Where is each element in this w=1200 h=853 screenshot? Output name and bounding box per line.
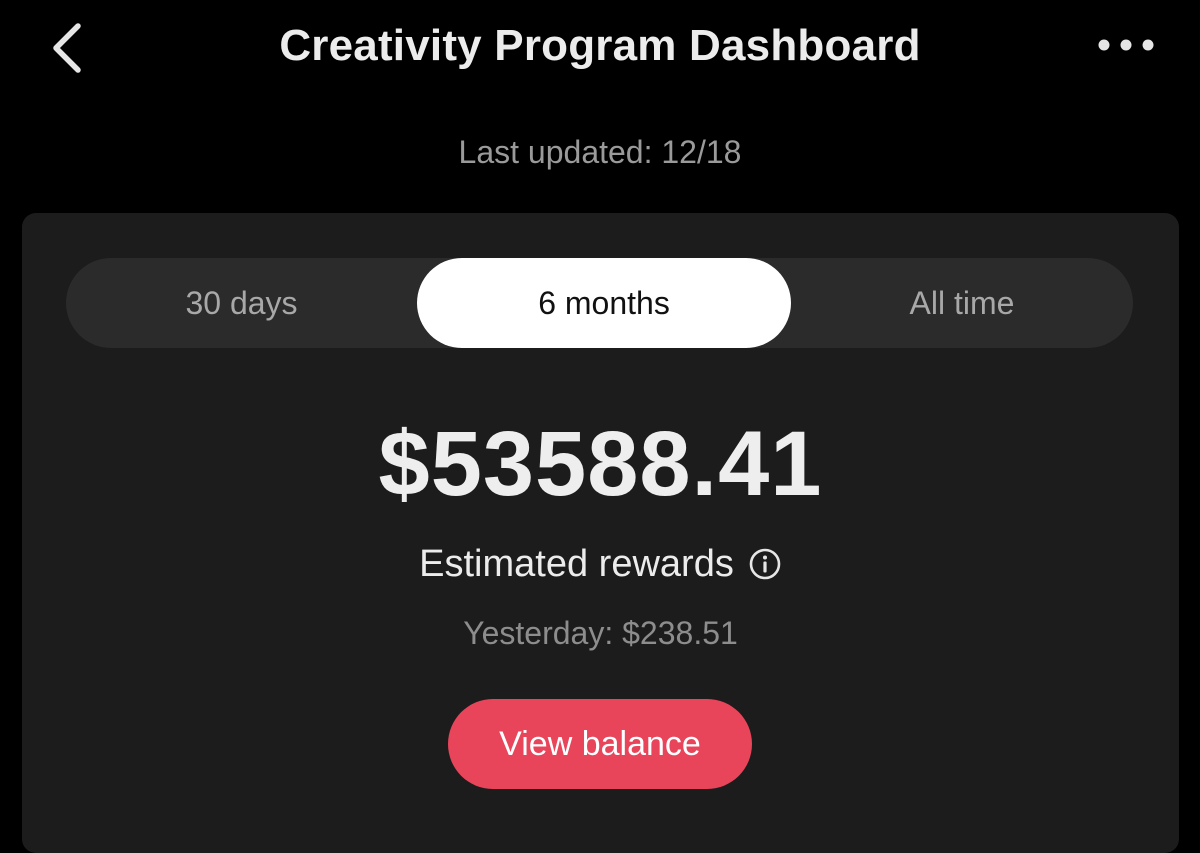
info-icon[interactable] bbox=[748, 547, 782, 581]
rewards-card: 30 days 6 months All time $53588.41 Esti… bbox=[22, 213, 1179, 853]
estimated-rewards-row: Estimated rewards bbox=[22, 539, 1179, 589]
tab-all-time[interactable]: All time bbox=[791, 258, 1133, 348]
view-balance-button[interactable]: View balance bbox=[448, 699, 752, 789]
more-options-button[interactable] bbox=[1086, 20, 1166, 70]
last-updated-text: Last updated: 12/18 bbox=[458, 134, 742, 170]
estimated-rewards-amount: $53588.41 bbox=[378, 413, 823, 515]
estimated-rewards-label: Estimated rewards bbox=[419, 542, 734, 585]
period-selector: 30 days 6 months All time bbox=[66, 258, 1133, 348]
yesterday-rewards-text: Yesterday: $238.51 bbox=[463, 615, 738, 651]
header-bar: Creativity Program Dashboard bbox=[0, 0, 1200, 100]
tab-30-days[interactable]: 30 days bbox=[66, 258, 417, 348]
tab-6-months[interactable]: 6 months bbox=[417, 258, 791, 348]
more-horizontal-icon bbox=[1098, 39, 1154, 51]
page-title: Creativity Program Dashboard bbox=[279, 21, 921, 70]
